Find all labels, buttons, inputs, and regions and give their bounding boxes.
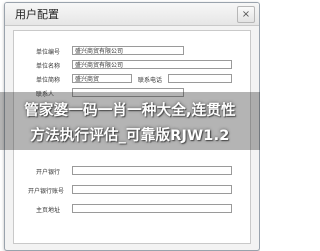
bank-account-label: 开户银行账号 (28, 188, 65, 195)
phone-label: 联系电话 (138, 77, 163, 84)
close-icon: × (241, 9, 251, 20)
homepage-input[interactable] (72, 204, 232, 213)
screenshot-stage: 用户配置 × 单位编号 盛兴商贸有限公司 单位名称 盛兴商贸有限公司 单位简称 … (0, 0, 260, 251)
dialog-title: 用户配置 (15, 8, 59, 21)
overlay-banner: 管家婆一码一肖一种大全,连贯性 方法执行评估_可靠版RJW1.2 (0, 92, 260, 150)
unit-code-label: 单位编号 (36, 49, 61, 56)
overlay-line-2: 方法执行评估_可靠版RJW1.2 (30, 128, 230, 144)
unit-short-name-label: 单位简称 (36, 77, 61, 84)
phone-input[interactable] (168, 74, 232, 83)
homepage-label: 主页地址 (36, 207, 61, 214)
bank-account-input[interactable] (72, 185, 232, 194)
dialog-titlebar: 用户配置 × (5, 3, 259, 26)
overlay-line-1: 管家婆一码一肖一种大全,连贯性 (24, 103, 236, 119)
bank-label: 开户银行 (36, 169, 61, 176)
close-button[interactable]: × (237, 6, 255, 23)
unit-name-label: 单位名称 (36, 63, 61, 70)
unit-name-input[interactable]: 盛兴商贸有限公司 (72, 60, 232, 69)
bank-input[interactable] (72, 166, 232, 175)
unit-code-input[interactable]: 盛兴商贸有限公司 (72, 46, 184, 55)
unit-short-name-input[interactable]: 盛兴商贸 (72, 74, 132, 83)
